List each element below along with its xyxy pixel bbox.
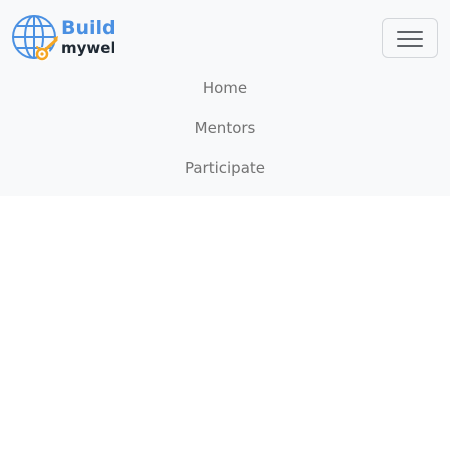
nav-menu: Home Mentors Participate — [0, 68, 450, 188]
brand-logo: Build. myweb — [12, 15, 114, 61]
nav-link-home[interactable]: Home — [203, 79, 247, 97]
brand-logo-link[interactable]: Build. myweb — [12, 13, 114, 63]
wrench-gear-icon — [35, 36, 58, 61]
nav-link-participate[interactable]: Participate — [185, 159, 265, 177]
brand-subtitle: myweb — [61, 39, 114, 57]
brand-title: Build. — [61, 17, 114, 39]
nav-item-participate: Participate — [0, 148, 450, 188]
nav-item-mentors: Mentors — [0, 108, 450, 148]
navbar: Build. myweb Home Mentors Participate — [0, 0, 450, 196]
nav-item-home: Home — [0, 68, 450, 108]
navbar-toggle-button[interactable] — [382, 18, 438, 58]
hamburger-menu-icon — [397, 29, 423, 49]
page-content — [0, 196, 450, 470]
nav-link-mentors[interactable]: Mentors — [195, 119, 256, 137]
